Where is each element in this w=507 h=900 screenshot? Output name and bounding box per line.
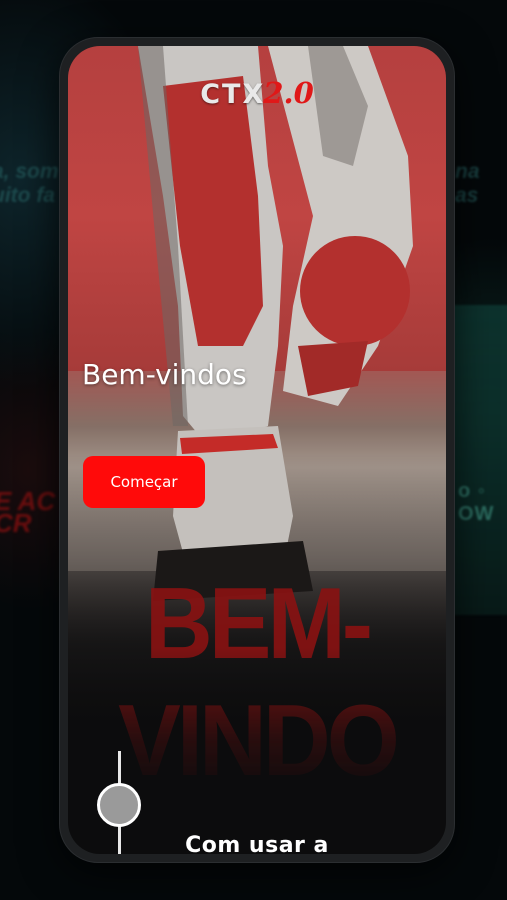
phone-frame: CTX2.0 Bem-vindos Começar BEM-VINDO Com … xyxy=(60,38,454,862)
big-welcome-word: BEM-VINDO xyxy=(118,566,400,797)
background-text-right: na as xyxy=(455,160,480,207)
background-small-text-right: o ◦ OW xyxy=(458,480,495,525)
welcome-title: Bem-vindos xyxy=(82,358,247,391)
start-button[interactable]: Começar xyxy=(83,456,205,508)
logo-version: 2.0 xyxy=(263,76,314,110)
phone-screen: CTX2.0 Bem-vindos Começar BEM-VINDO Com … xyxy=(68,46,446,854)
slider-knob-icon[interactable] xyxy=(97,783,141,827)
app-preview-stage: a, som uito fa na as E AC CR o ◦ OW xyxy=(0,0,507,900)
how-to-use-title: Com usar a xyxy=(185,833,329,854)
logo-text: CTX xyxy=(200,79,266,110)
app-logo: CTX2.0 xyxy=(68,76,446,110)
background-card-right xyxy=(452,305,507,615)
background-red-text-left: E AC CR xyxy=(0,486,56,538)
